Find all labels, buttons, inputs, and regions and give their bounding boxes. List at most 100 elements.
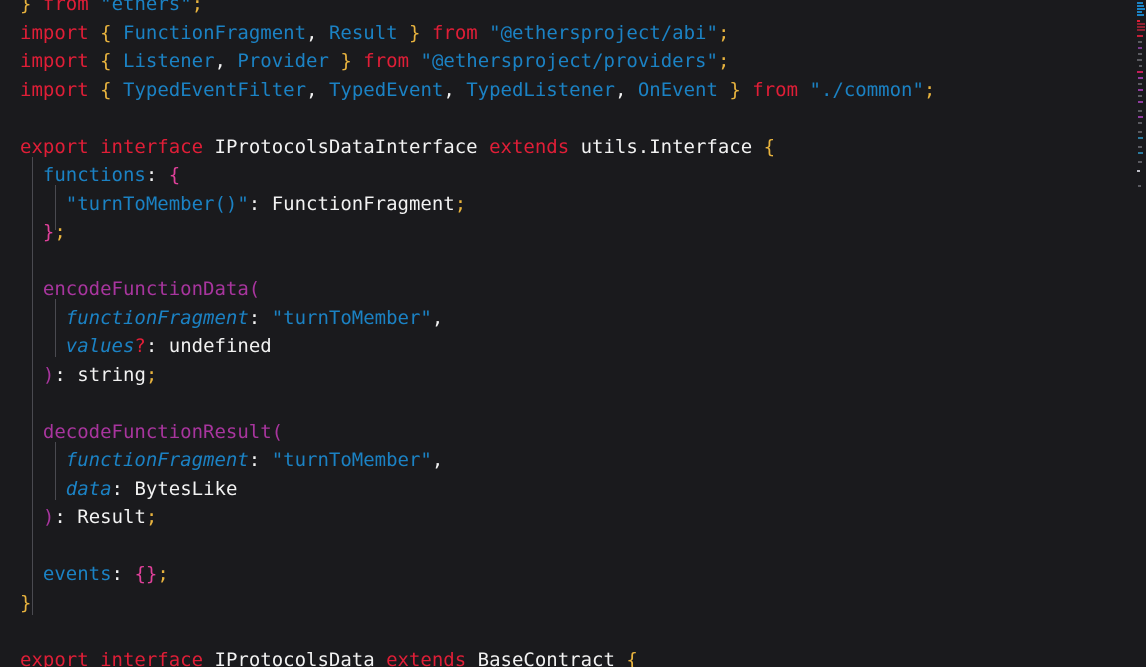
token: utils.Interface — [580, 135, 753, 158]
line-decode-param-data[interactable]: data: BytesLike — [0, 475, 1136, 504]
token: Result — [77, 506, 146, 528]
minimap-line — [1137, 71, 1143, 73]
line-encode-return[interactable]: ): string; — [0, 361, 1136, 390]
line-decode-return[interactable]: ): Result; — [0, 503, 1136, 532]
token: FunctionFragment — [123, 21, 307, 44]
line-decode-param-functionfragment[interactable]: functionFragment: "turnToMember", — [0, 446, 1136, 475]
token: undefined — [168, 335, 272, 357]
line-interface-close[interactable]: } — [0, 589, 1136, 618]
token: : — [145, 164, 158, 186]
line-events[interactable]: events: {}; — [0, 560, 1136, 589]
token: TypedListener — [466, 78, 615, 101]
token: functionFragment — [65, 449, 249, 471]
token: ) — [42, 363, 55, 386]
line-functions-open[interactable]: functions: { — [0, 161, 1136, 190]
token: OnEvent — [637, 78, 718, 101]
minimap-line — [1137, 23, 1145, 25]
token: , — [306, 78, 318, 101]
line-ethers-import-tail[interactable]: } from "ethers"; — [0, 0, 1136, 19]
token: TypedEventFilter — [123, 78, 307, 101]
token: { — [100, 78, 112, 101]
line-functions-turntomember[interactable]: "turnToMember()": FunctionFragment; — [0, 190, 1136, 219]
token: IProtocolsData — [214, 648, 375, 667]
line-encode-param-values[interactable]: values?: undefined — [0, 332, 1136, 361]
minimap-line — [1137, 14, 1144, 16]
line-import-abi[interactable]: import { FunctionFragment, Result } from… — [0, 19, 1136, 48]
minimap[interactable] — [1136, 0, 1146, 667]
line-blank-3[interactable] — [0, 389, 1136, 418]
token: ; — [191, 0, 204, 15]
line-interface-iprotocolsdata[interactable]: export interface IProtocolsData extends … — [0, 646, 1136, 667]
token: } — [20, 591, 32, 614]
line-decodefunctionresult-open[interactable]: decodeFunctionResult( — [0, 418, 1136, 447]
line-import-providers[interactable]: import { Listener, Provider } from "@eth… — [0, 47, 1136, 76]
minimap-line — [1138, 122, 1142, 124]
line-blank-4[interactable] — [0, 532, 1136, 561]
token: Result — [328, 21, 398, 44]
token: : — [248, 192, 261, 215]
line-encode-param-functionfragment[interactable]: functionFragment: "turnToMember", — [0, 304, 1136, 333]
token: events — [42, 563, 112, 585]
token: ; — [717, 50, 730, 72]
token: { — [626, 648, 638, 667]
code-editor[interactable]: } from "ethers"; import { FunctionFragmen… — [0, 0, 1146, 667]
token: import — [20, 50, 89, 72]
line-encodefunctiondata-open[interactable]: encodeFunctionData( — [0, 275, 1136, 304]
minimap-line — [1138, 185, 1141, 187]
token: functionFragment — [65, 306, 249, 329]
token: "@ethersproject/providers" — [420, 50, 718, 72]
token: "turnToMember" — [271, 306, 432, 329]
token: IProtocolsDataInterface — [214, 135, 478, 158]
token: from — [752, 78, 799, 101]
token: ) — [42, 506, 55, 528]
token: Provider — [237, 50, 329, 72]
token: ( — [271, 420, 284, 443]
token: extends — [386, 648, 467, 667]
token: } — [20, 0, 32, 15]
token: "turnToMember" — [271, 449, 432, 471]
line-blank-1[interactable] — [0, 104, 1136, 133]
minimap-line — [1138, 131, 1142, 133]
minimap-line — [1138, 110, 1142, 112]
token: "ethers" — [100, 0, 192, 15]
line-interface-iprotocolsdatainterface[interactable]: export interface IProtocolsDataInterface… — [0, 133, 1136, 162]
token: , — [431, 449, 444, 471]
line-functions-close[interactable]: }; — [0, 218, 1136, 247]
token: , — [431, 306, 444, 329]
token: : — [111, 477, 123, 500]
code-content-area[interactable]: } from "ethers"; import { FunctionFragmen… — [0, 0, 1136, 667]
line-blank-2[interactable] — [0, 247, 1136, 276]
line-import-common[interactable]: import { TypedEventFilter, TypedEvent, T… — [0, 76, 1136, 105]
line-blank-5[interactable] — [0, 617, 1136, 646]
token: "./common" — [809, 78, 924, 101]
token: } — [340, 50, 352, 72]
token: ; — [717, 21, 730, 44]
token: from — [431, 21, 478, 44]
minimap-line — [1138, 83, 1142, 85]
minimap-line — [1138, 152, 1143, 154]
